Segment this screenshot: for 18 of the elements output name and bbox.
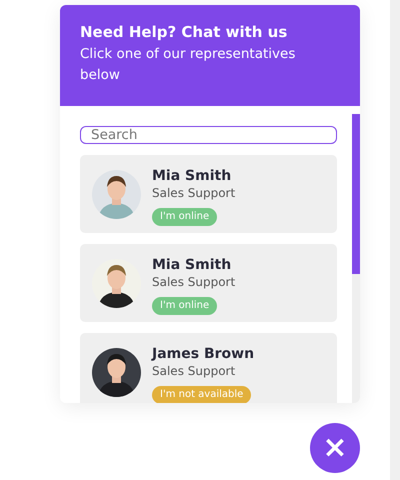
representative-role: Sales Support: [152, 274, 236, 291]
representative-card[interactable]: Mia Smith Sales Support I'm online: [80, 155, 337, 233]
representative-card[interactable]: Mia Smith Sales Support I'm online: [80, 244, 337, 322]
status-label: I'm online: [152, 297, 218, 315]
representative-name: Mia Smith: [152, 256, 232, 274]
scrollbar-thumb[interactable]: [352, 114, 360, 274]
representative-name: Mia Smith: [152, 167, 232, 185]
status-label: I'm not available: [152, 386, 252, 403]
representative-role: Sales Support: [152, 185, 236, 202]
chat-title: Need Help? Chat with us: [80, 22, 288, 42]
representative-card[interactable]: James Brown Sales Support I'm not available: [80, 333, 337, 403]
chat-subtitle: Click one of our representatives below: [80, 45, 296, 85]
close-button[interactable]: ×: [310, 423, 360, 473]
scrollbar-track[interactable]: [352, 114, 360, 403]
representative-role: Sales Support: [152, 363, 236, 380]
search-field[interactable]: Search: [80, 126, 337, 144]
status-label: I'm online: [152, 208, 218, 226]
representative-name: James Brown: [152, 345, 254, 363]
